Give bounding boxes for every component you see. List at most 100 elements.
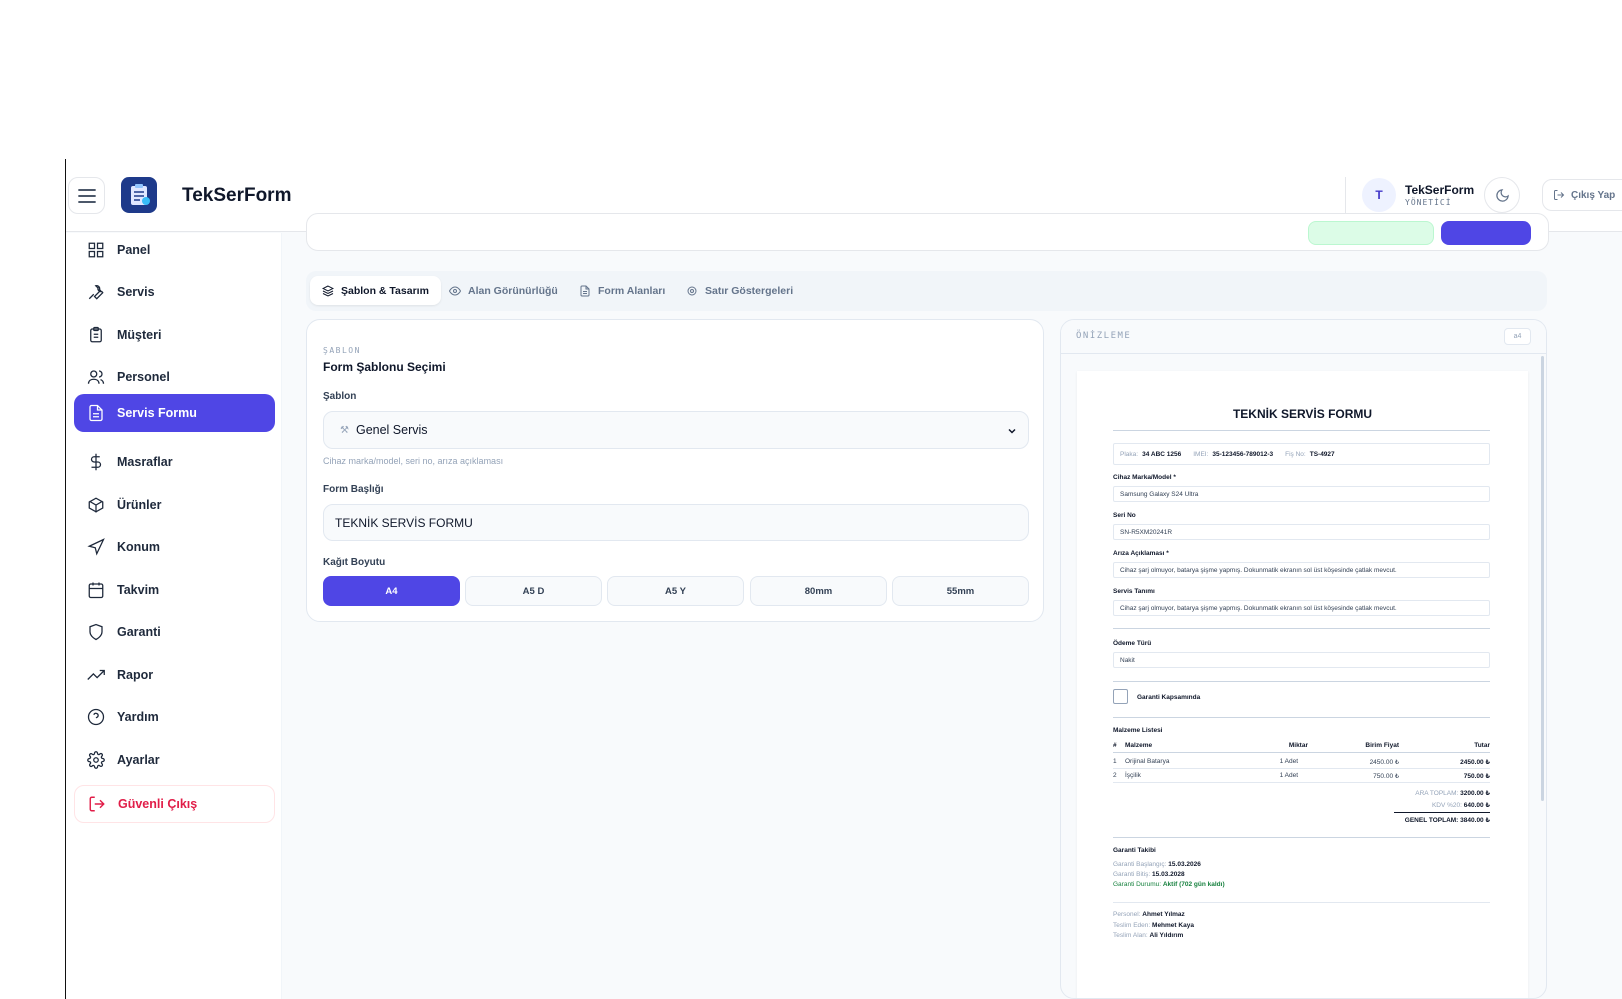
doc-title: TEKNİK SERVİS FORMU <box>1232 407 1373 421</box>
tab-bar: Şablon & Tasarım Alan Görünürlüğü Form A… <box>306 271 1547 311</box>
template-label: Şablon <box>323 391 357 402</box>
user-name: TekSerForm <box>1405 183 1475 197</box>
tab-label: Satır Göstergeleri <box>705 284 794 297</box>
sidebar-item-garanti[interactable]: Garanti <box>74 613 275 651</box>
sidebar-item-yardim[interactable]: Yardım <box>74 698 275 736</box>
eye-icon <box>449 285 461 296</box>
payment-value: Nakit <box>1113 652 1490 668</box>
avatar[interactable]: T <box>1362 178 1396 212</box>
warranty-end-row: Garanti Bitiş: 15.03.2028 <box>1113 871 1185 878</box>
receipt-value: TS-4927 <box>1309 450 1335 458</box>
sidebar-item-label: Ayarlar <box>117 753 160 767</box>
logout-button[interactable]: Çıkış Yap <box>1542 179 1622 211</box>
divider <box>1113 768 1490 769</box>
sidebar-item-rapor[interactable]: Rapor <box>74 656 275 694</box>
warranty-checkbox[interactable] <box>1113 689 1128 704</box>
material-row-unit: 750.00 ₺ <box>1373 773 1399 780</box>
tab-row-indicators[interactable]: Satır Göstergeleri <box>674 276 805 305</box>
tab-field-visibility[interactable]: Alan Görünürlüğü <box>437 276 570 305</box>
sidebar-logout-button[interactable]: Güvenli Çıkış <box>74 785 275 823</box>
form-title-label: Form Başlığı <box>323 484 384 495</box>
service-label: Servis Tanımı <box>1113 588 1155 595</box>
user-role: YÖNETİCİ <box>1405 198 1452 207</box>
delivered-by-value: Mehmet Kaya <box>1152 922 1194 929</box>
sidebar-item-label: Müşteri <box>117 328 162 342</box>
subtotal-label: ARA TOPLAM: <box>1415 790 1459 797</box>
sidebar-item-konum[interactable]: Konum <box>74 528 275 566</box>
template-select-value: Genel Servis <box>355 423 428 437</box>
materials-header-total: Tutar <box>1474 742 1490 749</box>
sidebar-item-servis[interactable]: Servis <box>74 273 275 311</box>
paper-size-55mm[interactable]: 55mm <box>892 576 1029 606</box>
template-select[interactable]: ⚒ Genel Servis <box>323 411 1029 449</box>
sidebar-item-takvim[interactable]: Takvim <box>74 571 275 609</box>
device-value: Samsung Galaxy S24 Ultra <box>1113 486 1490 502</box>
fault-label: Arıza Açıklaması * <box>1113 550 1169 557</box>
theme-toggle-button[interactable] <box>1484 177 1520 213</box>
sidebar-item-label: Rapor <box>117 668 154 682</box>
wrench-icon: ⚒ <box>340 424 349 436</box>
sidebar-item-musteri[interactable]: Müşteri <box>74 316 275 354</box>
sidebar-item-personel[interactable]: Personel <box>74 358 275 396</box>
received-by-row: Teslim Alan: Ali Yıldırım <box>1113 932 1183 939</box>
divider <box>1113 681 1490 682</box>
section-eyebrow: ŞABLON <box>323 346 361 355</box>
header-primary-button[interactable] <box>1441 221 1531 245</box>
sidebar-item-servis-formu[interactable]: Servis Formu <box>74 394 275 432</box>
box-icon <box>88 497 104 513</box>
logout-icon <box>1554 190 1565 200</box>
material-row-no: 2 <box>1113 772 1117 779</box>
app-window: TekSerForm T TekSerForm YÖNETİCİ Çıkış Y… <box>65 159 1622 999</box>
gear-icon <box>687 286 697 295</box>
form-title-input[interactable]: TEKNİK SERVİS FORMU <box>323 504 1029 541</box>
sidebar-item-label: Takvim <box>117 583 160 597</box>
doc-meta-box: Plaka: 34 ABC 1256 IMEI: 35-123456-78901… <box>1113 443 1490 465</box>
preview-label: ÖNİZLEME <box>1076 331 1132 341</box>
paper-size-80mm[interactable]: 80mm <box>750 576 887 606</box>
warranty-status-label: Garanti Durumu: <box>1113 881 1162 888</box>
shield-icon <box>89 623 103 641</box>
header-secondary-button[interactable] <box>1308 221 1434 245</box>
divider <box>1113 430 1490 431</box>
sidebar-item-label: Konum <box>117 540 161 554</box>
tab-template-design[interactable]: Şablon & Tasarım <box>310 276 441 305</box>
dollar-icon <box>90 453 102 471</box>
warranty-check-label: Garanti Kapsamında <box>1137 694 1201 701</box>
plate-label: Plaka: <box>1120 450 1139 458</box>
material-row-name: İşçilik <box>1125 772 1141 779</box>
sidebar-item-masraflar[interactable]: Masraflar <box>74 443 275 481</box>
sidebar-item-ayarlar[interactable]: Ayarlar <box>74 741 275 779</box>
vat-row: KDV %20: 640.00 ₺ <box>1337 801 1490 809</box>
logout-icon <box>89 796 105 812</box>
divider <box>1394 812 1490 813</box>
sidebar-item-label: Garanti <box>117 625 161 639</box>
trending-up-icon <box>87 669 105 680</box>
paper-size-a4[interactable]: A4 <box>323 576 460 606</box>
paper-size-badge: a4 <box>1504 328 1531 345</box>
tab-form-fields[interactable]: Form Alanları <box>567 276 677 305</box>
payment-label: Ödeme Türü <box>1113 640 1152 647</box>
logout-label: Çıkış Yap <box>1571 189 1616 201</box>
app-logo <box>121 177 157 213</box>
menu-toggle-button[interactable] <box>68 177 105 214</box>
warranty-title: Garanti Takibi <box>1113 847 1156 854</box>
staff-row: Personel: Ahmet Yılmaz <box>1113 911 1185 918</box>
staff-label: Personel: <box>1113 911 1141 918</box>
clipboard-icon <box>90 326 102 343</box>
sidebar-item-panel[interactable]: Panel <box>74 231 275 269</box>
grand-total-label: GENEL TOPLAM: <box>1404 817 1459 824</box>
paper-size-a5-d[interactable]: A5 D <box>465 576 602 606</box>
preview-scrollbar[interactable] <box>1541 356 1544 801</box>
subtotal-value: 3200.00 ₺ <box>1460 790 1490 797</box>
chevron-down-icon <box>1008 428 1016 434</box>
warranty-start-value: 15.03.2026 <box>1168 861 1201 868</box>
moon-icon <box>1495 188 1509 202</box>
subtotal-row: ARA TOPLAM: 3200.00 ₺ <box>1337 789 1490 797</box>
sidebar-item-label: Ürünler <box>117 498 162 512</box>
warranty-status-value: Aktif (702 gün kaldı) <box>1162 881 1225 888</box>
material-row-no: 1 <box>1113 758 1117 765</box>
sidebar-item-urunler[interactable]: Ürünler <box>74 486 275 524</box>
paper-size-a5-y[interactable]: A5 Y <box>607 576 744 606</box>
received-by-value: Ali Yıldırım <box>1149 932 1184 939</box>
warranty-start-label: Garanti Başlangıç: <box>1113 861 1167 868</box>
